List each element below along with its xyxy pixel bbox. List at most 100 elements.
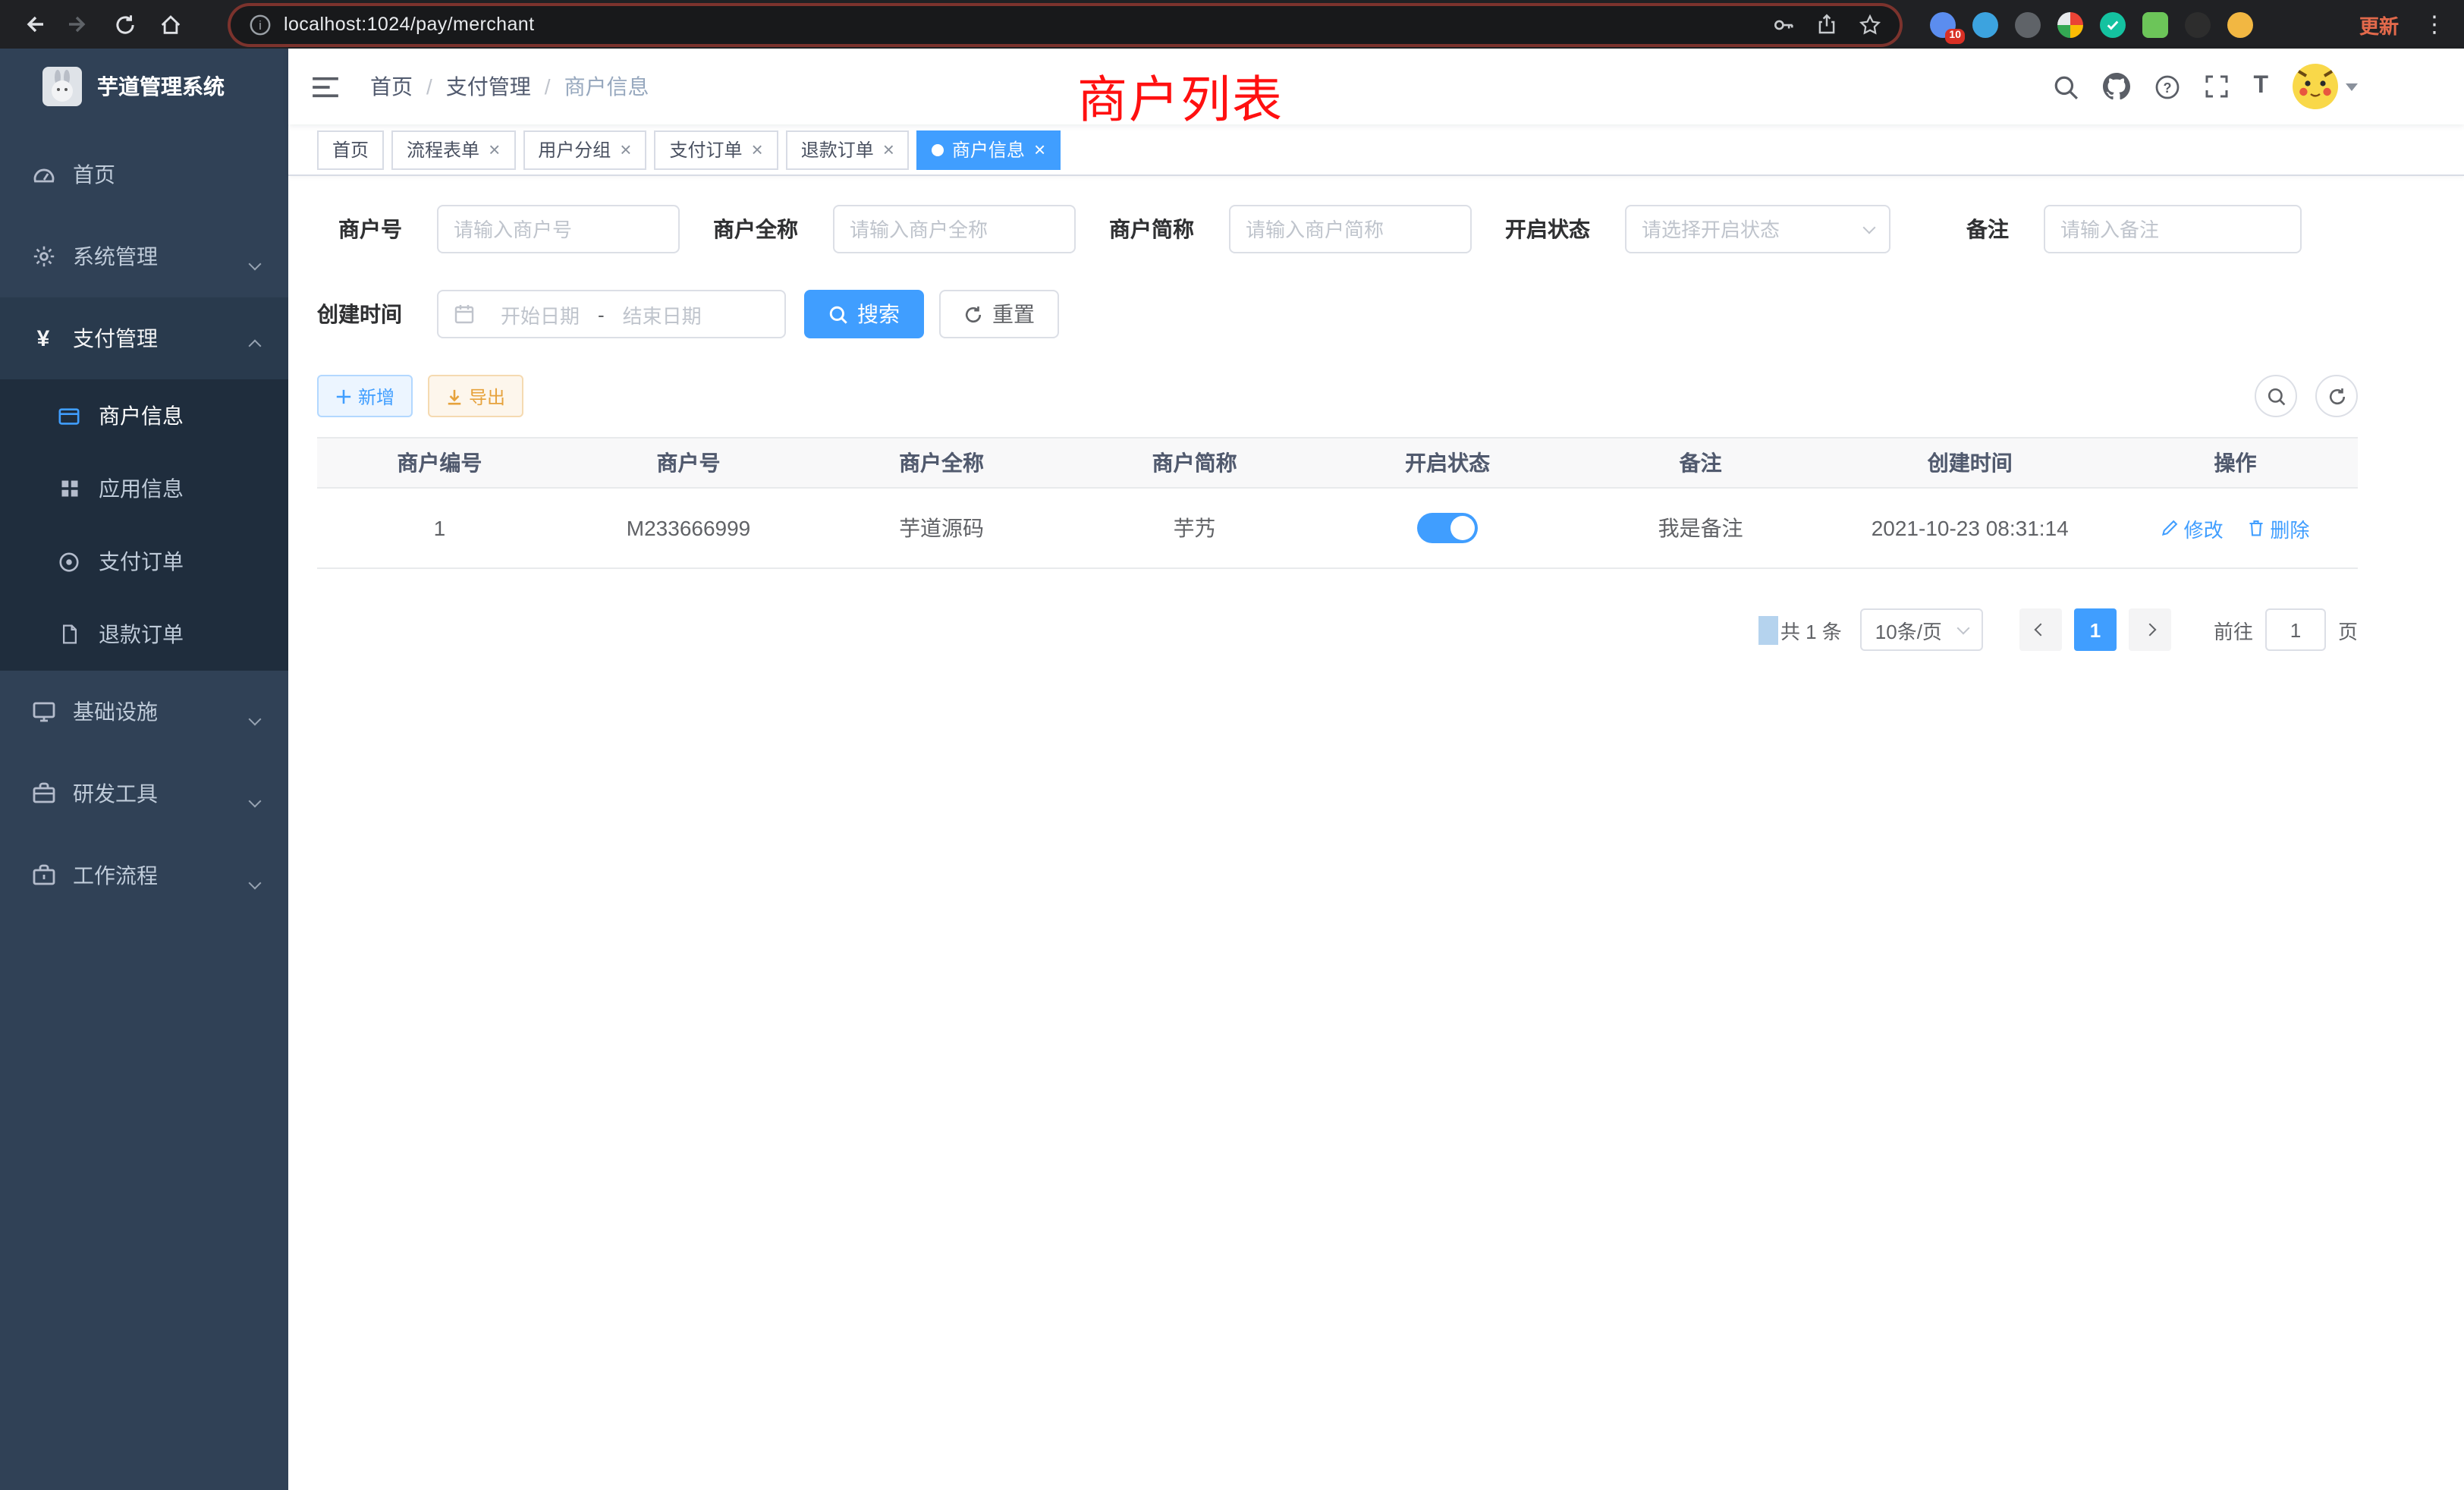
- delete-link-label: 删除: [2270, 514, 2309, 542]
- browser-back-icon[interactable]: [15, 6, 52, 42]
- merchant-shortname-label: 商户简称: [1109, 214, 1194, 244]
- extension-face-icon[interactable]: [2227, 11, 2253, 37]
- date-start-placeholder[interactable]: 开始日期: [486, 300, 595, 328]
- extension-green-square-icon[interactable]: [2142, 11, 2168, 37]
- merchant-shortname-input[interactable]: [1229, 205, 1472, 253]
- menu-label: 系统管理: [73, 241, 158, 272]
- browser-reload-icon[interactable]: [106, 6, 143, 42]
- extension-badge: 10: [1945, 29, 1965, 43]
- help-icon[interactable]: ?: [2154, 74, 2180, 99]
- url-text: localhost:1024/pay/merchant: [284, 14, 534, 35]
- browser-menu-icon[interactable]: ⋮: [2423, 11, 2446, 38]
- sidebar-item-home[interactable]: 首页: [0, 134, 288, 215]
- breadcrumb-home[interactable]: 首页: [370, 71, 413, 102]
- next-page-button[interactable]: [2129, 608, 2171, 651]
- hamburger-icon[interactable]: [311, 75, 340, 98]
- tab-label: 退款订单: [801, 137, 874, 162]
- tab-refund-order[interactable]: 退款订单 ×: [786, 130, 910, 169]
- status-select-input[interactable]: [1625, 205, 1890, 253]
- sidebar-item-dev-tools[interactable]: 研发工具: [0, 753, 288, 835]
- export-button[interactable]: 导出: [428, 375, 523, 417]
- col-merchant-id: 商户编号: [317, 438, 562, 488]
- breadcrumb-payment[interactable]: 支付管理: [446, 71, 531, 102]
- sidebar-item-pay-order[interactable]: 支付订单: [0, 525, 288, 598]
- pagination-total: 共 1 条: [1780, 615, 1842, 644]
- password-key-icon[interactable]: [1772, 13, 1795, 36]
- edit-link-label: 修改: [2184, 514, 2224, 542]
- browser-update-button[interactable]: 更新: [2359, 10, 2399, 39]
- share-icon[interactable]: [1816, 14, 1837, 35]
- browser-address-bar[interactable]: i localhost:1024/pay/merchant: [231, 5, 1900, 43]
- extension-check-icon[interactable]: [2100, 11, 2126, 37]
- search-button[interactable]: 搜索: [804, 290, 924, 338]
- extension-dark-icon[interactable]: [2185, 11, 2211, 37]
- browser-home-icon[interactable]: [152, 6, 188, 42]
- cell-merchant-no: M233666999: [562, 488, 816, 568]
- menu-label: 商户信息: [99, 401, 184, 431]
- merchant-fullname-input[interactable]: [833, 205, 1076, 253]
- sidebar-item-workflow[interactable]: 工作流程: [0, 835, 288, 916]
- sidebar-item-system[interactable]: 系统管理: [0, 215, 288, 297]
- edit-link[interactable]: 修改: [2161, 514, 2224, 542]
- status-toggle[interactable]: [1417, 513, 1478, 543]
- tab-pay-order[interactable]: 支付订单 ×: [654, 130, 778, 169]
- reset-button[interactable]: 重置: [939, 290, 1059, 338]
- date-end-placeholder[interactable]: 结束日期: [608, 300, 717, 328]
- date-range-picker[interactable]: 开始日期 - 结束日期: [437, 290, 786, 338]
- sidebar-item-payment[interactable]: ¥ 支付管理: [0, 297, 288, 379]
- add-button[interactable]: 新增: [317, 375, 413, 417]
- table-right-tools: [2255, 375, 2358, 417]
- extension-puzzle-icon[interactable]: 10: [1930, 11, 1956, 37]
- sidebar-item-merchant-info[interactable]: 商户信息: [0, 379, 288, 452]
- col-merchant-no: 商户号: [562, 438, 816, 488]
- close-icon[interactable]: ×: [620, 140, 631, 159]
- user-avatar[interactable]: [2293, 64, 2358, 109]
- extension-gray-icon[interactable]: [2015, 11, 2041, 37]
- close-icon[interactable]: ×: [1034, 140, 1045, 159]
- sidebar-item-app-info[interactable]: 应用信息: [0, 452, 288, 525]
- close-icon[interactable]: ×: [489, 140, 500, 159]
- github-icon[interactable]: [2103, 73, 2130, 100]
- search-icon[interactable]: [2053, 74, 2079, 99]
- browser-forward-icon[interactable]: [61, 6, 97, 42]
- toggle-search-button[interactable]: [2255, 375, 2297, 417]
- refresh-table-button[interactable]: [2315, 375, 2358, 417]
- page-info-icon[interactable]: i: [249, 13, 272, 36]
- sidebar: 芋道管理系统 首页 系统管理 ¥ 支付管: [0, 49, 288, 1490]
- breadcrumb-current: 商户信息: [564, 71, 649, 102]
- delete-link[interactable]: 删除: [2247, 514, 2309, 542]
- browser-chrome: i localhost:1024/pay/merchant 10: [0, 0, 2464, 49]
- cell-remark: 我是备注: [1574, 488, 1828, 568]
- close-icon[interactable]: ×: [883, 140, 894, 159]
- chevron-down-icon: [250, 786, 259, 810]
- tab-merchant-info[interactable]: 商户信息 ×: [917, 130, 1061, 169]
- status-select[interactable]: [1625, 205, 1890, 253]
- close-icon[interactable]: ×: [752, 140, 763, 159]
- merchant-no-input[interactable]: [437, 205, 680, 253]
- menu-label: 支付订单: [99, 546, 184, 577]
- chevron-up-icon: [250, 331, 259, 355]
- fullscreen-icon[interactable]: [2205, 74, 2229, 99]
- extension-drop-icon[interactable]: [1972, 11, 1998, 37]
- goto-page-input[interactable]: [2265, 608, 2326, 651]
- bookmark-star-icon[interactable]: [1859, 13, 1881, 36]
- calendar-icon: [454, 303, 475, 325]
- app-logo[interactable]: 芋道管理系统: [0, 49, 288, 124]
- col-actions: 操作: [2113, 438, 2358, 488]
- export-button-label: 导出: [469, 383, 505, 409]
- remark-input[interactable]: [2044, 205, 2302, 253]
- tab-home[interactable]: 首页: [317, 130, 384, 169]
- col-create-time: 创建时间: [1827, 438, 2113, 488]
- col-full-name: 商户全称: [815, 438, 1068, 488]
- font-size-icon[interactable]: T: [2253, 73, 2268, 100]
- current-page-button[interactable]: 1: [2074, 608, 2117, 651]
- table-row: 1 M233666999 芋道源码 芋艿 我是备注 2021-10-23 08:…: [317, 488, 2358, 568]
- sidebar-item-refund-order[interactable]: 退款订单: [0, 598, 288, 671]
- extension-color-wheel-icon[interactable]: [2057, 11, 2083, 37]
- payment-submenu: 商户信息 应用信息 支付订单: [0, 379, 288, 671]
- tab-process-form[interactable]: 流程表单 ×: [391, 130, 515, 169]
- page-size-select[interactable]: 10条/页: [1860, 608, 1983, 651]
- sidebar-item-infrastructure[interactable]: 基础设施: [0, 671, 288, 753]
- tab-user-group[interactable]: 用户分组 ×: [523, 130, 646, 169]
- prev-page-button[interactable]: [2019, 608, 2062, 651]
